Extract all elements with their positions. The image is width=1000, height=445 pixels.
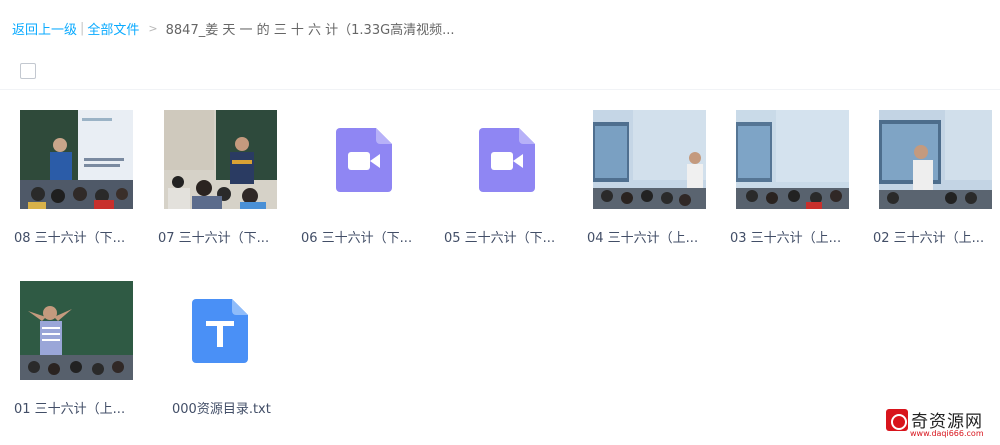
video-thumbnail [164, 110, 277, 209]
breadcrumb-separator: | [80, 20, 85, 36]
video-thumbnail [736, 110, 849, 209]
video-file-icon [478, 127, 535, 192]
file-label: 000资源目录.txt [172, 402, 271, 417]
file-label: 05 三十六计（下... [444, 231, 556, 246]
file-label: 06 三十六计（下... [301, 231, 413, 246]
file-item[interactable]: 05 三十六计（下... [444, 110, 587, 250]
back-link[interactable]: 返回上一级 [12, 19, 77, 38]
watermark: 奇资源网 www.daqi666.com [886, 407, 992, 439]
file-item[interactable]: 08 三十六计（下... [14, 110, 157, 250]
file-item[interactable]: 04 三十六计（上... [587, 110, 730, 250]
chevron-right-icon: > [148, 21, 158, 35]
video-thumbnail [20, 281, 133, 380]
file-item[interactable]: 07 三十六计（下... [158, 110, 301, 250]
video-thumbnail [879, 110, 992, 209]
file-item[interactable]: 03 三十六计（上... [730, 110, 873, 250]
video-thumbnail [20, 110, 133, 209]
txt-file-icon [192, 298, 248, 363]
file-item[interactable]: 02 三十六计（上... [873, 110, 1000, 250]
file-label: 03 三十六计（上... [730, 231, 842, 246]
current-folder: 8847_姜 天 一 的 三 十 六 计（1.33G高清视频... [165, 22, 455, 38]
file-label: 01 三十六计（上... [14, 402, 126, 417]
file-label: 02 三十六计（上... [873, 231, 985, 246]
file-label: 08 三十六计（下... [14, 231, 126, 246]
breadcrumb: 返回上一级 | 全部文件 > 8847_姜 天 一 的 三 十 六 计（1.33… [12, 18, 455, 38]
video-thumbnail [593, 110, 706, 209]
video-file-icon [335, 127, 392, 192]
all-files-link[interactable]: 全部文件 [87, 19, 139, 38]
file-item[interactable]: 01 三十六计（上... [14, 281, 157, 421]
file-label: 07 三十六计（下... [158, 231, 270, 246]
file-item[interactable]: 06 三十六计（下... [301, 110, 444, 250]
watermark-logo-icon [886, 409, 908, 431]
file-item[interactable]: 000资源目录.txt [158, 281, 301, 421]
watermark-url: www.daqi666.com [910, 429, 984, 438]
select-all-checkbox[interactable] [20, 63, 36, 79]
file-label: 04 三十六计（上... [587, 231, 699, 246]
divider [0, 89, 1000, 90]
